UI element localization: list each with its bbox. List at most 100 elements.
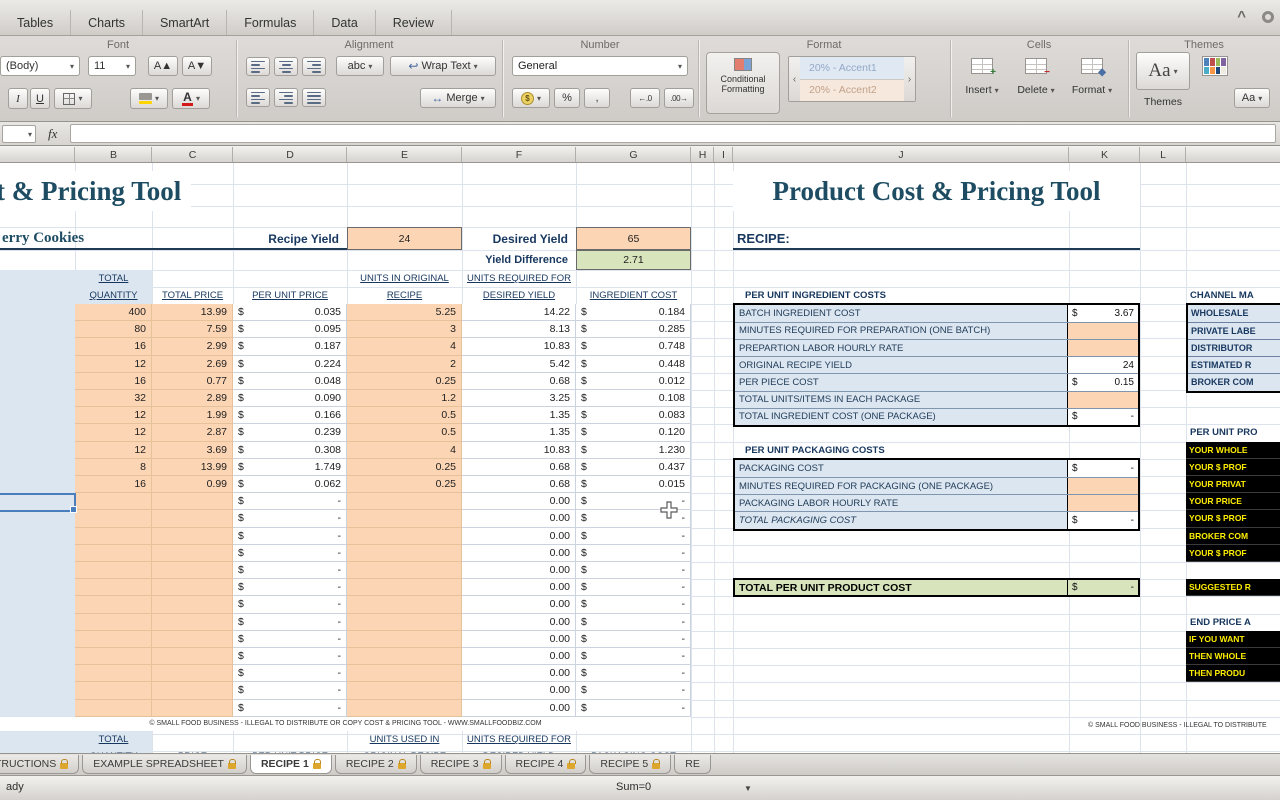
- header-cell-C[interactable]: [152, 270, 233, 287]
- cell-units-original-r11[interactable]: 0.25: [347, 476, 462, 493]
- packaging-cost-table-value-2[interactable]: [1067, 478, 1138, 494]
- ribbon-tab-data[interactable]: Data: [314, 10, 375, 35]
- cell-total-quantity-r6[interactable]: 32: [75, 390, 152, 407]
- cell-units-required-r3[interactable]: 10.83: [462, 338, 576, 355]
- cell-ingredient-cost-empty[interactable]: $-: [576, 596, 691, 613]
- cell-units-original-empty[interactable]: [347, 631, 462, 648]
- sheet-tab-recipe-5[interactable]: RECIPE 5: [589, 755, 671, 774]
- cell-total-price-r10[interactable]: 13.99: [152, 459, 233, 476]
- cell-units-original-empty[interactable]: [347, 545, 462, 562]
- cell-units-required-empty[interactable]: 0.00: [462, 682, 576, 699]
- cell-units-original-r3[interactable]: 4: [347, 338, 462, 355]
- currency-format-button[interactable]: $▾: [512, 88, 550, 108]
- header-cell-E[interactable]: UNITS USED IN: [347, 731, 462, 748]
- cell-per-unit-price-r7[interactable]: $0.166: [233, 407, 347, 424]
- header-cell-B[interactable]: TOTAL: [75, 270, 152, 287]
- cell-units-required-r7[interactable]: 1.35: [462, 407, 576, 424]
- channel-row-2[interactable]: PRIVATE LABE: [1188, 322, 1280, 339]
- cell-total-price-empty[interactable]: [152, 545, 233, 562]
- cell-per-unit-price-r8[interactable]: $0.239: [233, 424, 347, 441]
- cell-per-unit-price-r3[interactable]: $0.187: [233, 338, 347, 355]
- sheet-tab-re[interactable]: RE: [674, 755, 711, 774]
- recipe-yield-cell[interactable]: 24: [347, 227, 462, 250]
- grow-font-button[interactable]: A▲: [148, 56, 178, 76]
- header-cell-F[interactable]: UNITS REQUIRED FOR: [462, 731, 576, 748]
- header-cell-F[interactable]: DESIRED YIELD: [462, 287, 576, 304]
- cell-units-original-empty[interactable]: [347, 614, 462, 631]
- theme-fonts-button[interactable]: Aa▾: [1234, 88, 1270, 108]
- formula-input[interactable]: [70, 124, 1276, 143]
- cell-per-unit-price-r5[interactable]: $0.048: [233, 373, 347, 390]
- cell-total-price-r9[interactable]: 3.69: [152, 442, 233, 459]
- percent-format-button[interactable]: %: [554, 88, 580, 108]
- cell-units-original-empty[interactable]: [347, 665, 462, 682]
- cell-units-original-empty[interactable]: [347, 700, 462, 717]
- cell-total-quantity-r8[interactable]: 12: [75, 424, 152, 441]
- cell-ingredient-cost-empty[interactable]: $-: [576, 648, 691, 665]
- total-product-cost-row[interactable]: TOTAL PER UNIT PRODUCT COST $-: [733, 578, 1140, 597]
- yield-difference-cell[interactable]: 2.71: [576, 250, 691, 270]
- delete-cells-button[interactable]: −Delete▾: [1012, 54, 1060, 96]
- header-cell-C[interactable]: TOTAL PRICE: [152, 287, 233, 304]
- decrease-decimal-button[interactable]: .00→: [664, 88, 694, 108]
- cell-total-quantity-empty[interactable]: [75, 545, 152, 562]
- cell-total-quantity-empty[interactable]: [75, 700, 152, 717]
- cell-units-required-r2[interactable]: 8.13: [462, 321, 576, 338]
- cell-units-original-empty[interactable]: [347, 579, 462, 596]
- wrap-text-button[interactable]: ↩Wrap Text▾: [390, 56, 496, 76]
- ingredient-cost-table-value-6[interactable]: [1067, 392, 1138, 408]
- cell-units-required-empty[interactable]: 0.00: [462, 510, 576, 527]
- align-center-button[interactable]: [274, 57, 298, 76]
- header-cell-G[interactable]: INGREDIENT COST: [576, 287, 691, 304]
- cell-ingredient-cost-r2[interactable]: $0.285: [576, 321, 691, 338]
- borders-button[interactable]: ▾: [54, 88, 92, 109]
- header-cell-G[interactable]: [576, 731, 691, 748]
- cell-total-price-empty[interactable]: [152, 614, 233, 631]
- cell-total-price-empty[interactable]: [152, 665, 233, 682]
- packaging-cost-table-value-1[interactable]: $-: [1067, 460, 1138, 477]
- fill-color-button[interactable]: ▾: [130, 88, 168, 109]
- cell-total-quantity-r2[interactable]: 80: [75, 321, 152, 338]
- font-color-button[interactable]: A▾: [172, 88, 210, 109]
- cell-total-price-r8[interactable]: 2.87: [152, 424, 233, 441]
- sheet-tab-tructions[interactable]: TRUCTIONS: [0, 755, 79, 774]
- cell-per-unit-price-empty[interactable]: $-: [233, 648, 347, 665]
- cell-units-required-r4[interactable]: 5.42: [462, 356, 576, 373]
- cell-total-quantity-r5[interactable]: 16: [75, 373, 152, 390]
- cell-ingredient-cost-empty[interactable]: $-: [576, 682, 691, 699]
- header-cell-E[interactable]: UNITS IN ORIGINAL: [347, 270, 462, 287]
- cell-total-price-r3[interactable]: 2.99: [152, 338, 233, 355]
- header-cell-B[interactable]: TOTAL: [75, 731, 152, 748]
- cell-units-original-empty[interactable]: [347, 648, 462, 665]
- ingredient-cost-table-value-1[interactable]: $3.67: [1067, 305, 1138, 322]
- font-size-dropdown[interactable]: 11▾: [88, 56, 136, 76]
- insert-function-icon[interactable]: fx: [48, 126, 57, 142]
- justify-button[interactable]: [302, 88, 326, 107]
- cell-ingredient-cost-empty[interactable]: $-: [576, 700, 691, 717]
- cell-per-unit-price-empty[interactable]: $-: [233, 682, 347, 699]
- sheet-tab-recipe-4[interactable]: RECIPE 4: [505, 755, 587, 774]
- header-cell-D[interactable]: [233, 731, 347, 748]
- number-format-dropdown[interactable]: General▾: [512, 56, 688, 76]
- ingredient-cost-table-value-3[interactable]: [1067, 340, 1138, 356]
- cell-units-required-empty[interactable]: 0.00: [462, 528, 576, 545]
- cell-per-unit-price-r1[interactable]: $0.035: [233, 304, 347, 321]
- cell-per-unit-price-empty[interactable]: $-: [233, 545, 347, 562]
- cell-total-price-r5[interactable]: 0.77: [152, 373, 233, 390]
- cell-total-quantity-r7[interactable]: 12: [75, 407, 152, 424]
- column-header-B[interactable]: B: [75, 146, 152, 163]
- end-price-row-3[interactable]: THEN PRODU: [1186, 665, 1280, 682]
- cell-ingredient-cost-empty[interactable]: $-: [576, 665, 691, 682]
- cell-total-quantity-empty[interactable]: [75, 579, 152, 596]
- ribbon-tab-review[interactable]: Review: [376, 10, 452, 35]
- cell-ingredient-cost-r6[interactable]: $0.108: [576, 390, 691, 407]
- cell-ingredient-cost-r1[interactable]: $0.184: [576, 304, 691, 321]
- increase-decimal-button[interactable]: ←.0: [630, 88, 660, 108]
- channel-row-1[interactable]: WHOLESALE: [1188, 305, 1280, 322]
- cell-units-original-r2[interactable]: 3: [347, 321, 462, 338]
- font-name-dropdown[interactable]: (Body)▾: [0, 56, 80, 76]
- cell-ingredient-cost-empty[interactable]: $-: [576, 545, 691, 562]
- cell-total-quantity-r9[interactable]: 12: [75, 442, 152, 459]
- cell-ingredient-cost-empty[interactable]: $-: [576, 631, 691, 648]
- cell-total-price-r6[interactable]: 2.89: [152, 390, 233, 407]
